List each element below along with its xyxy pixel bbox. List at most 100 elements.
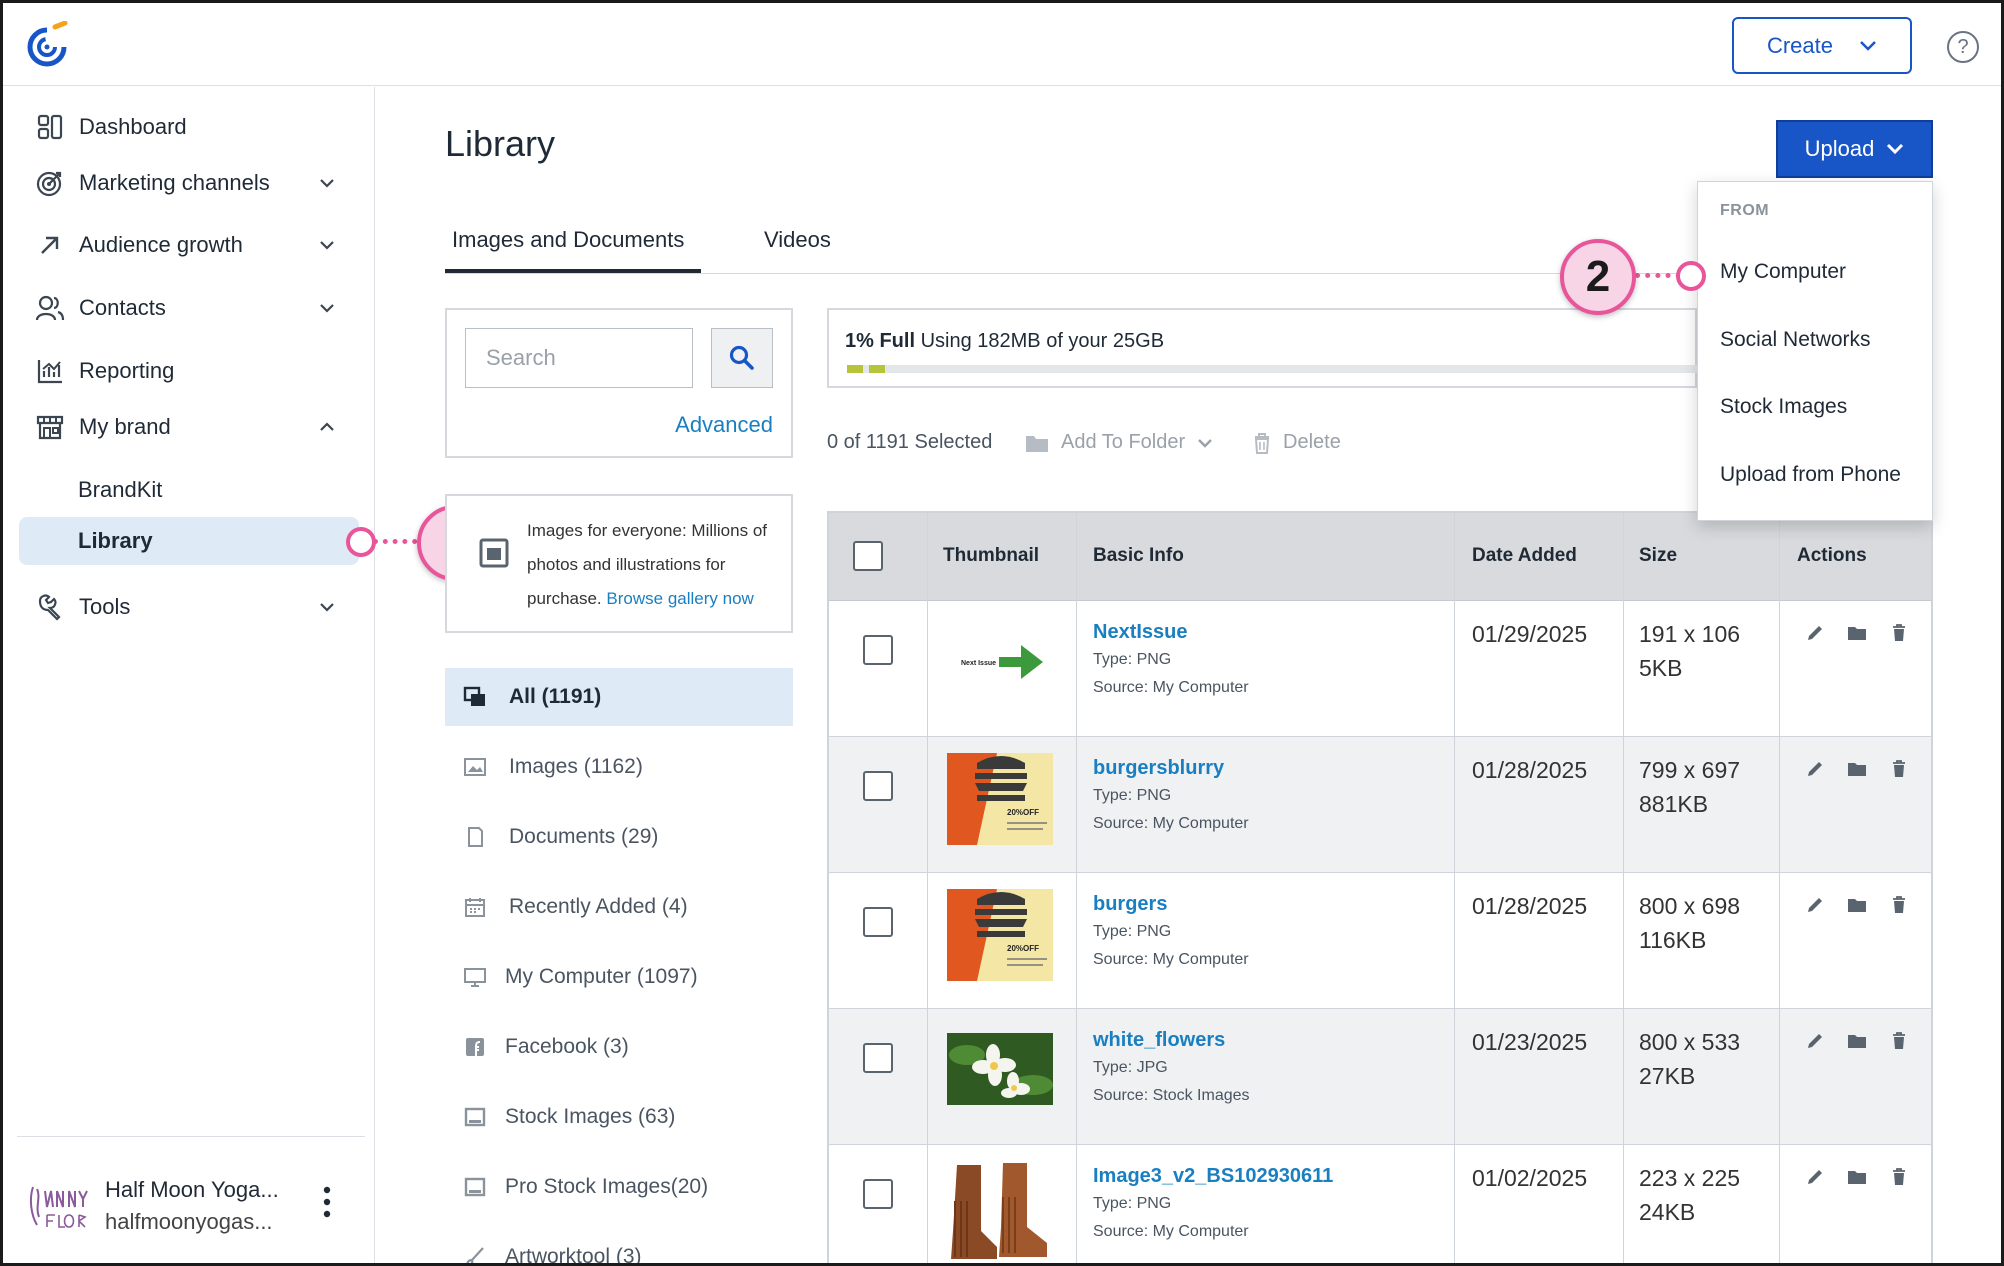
- column-header-date-added[interactable]: Date Added: [1472, 545, 1577, 567]
- more-options-icon[interactable]: [321, 1184, 333, 1220]
- file-size: 5KB: [1639, 655, 1683, 681]
- table-row[interactable]: 20%OFF burgersblurry Type: PNG Source: M…: [829, 737, 1931, 873]
- calendar-icon: [465, 898, 485, 917]
- table-row[interactable]: Image3_v2_BS102930611 Type: PNG Source: …: [829, 1145, 1931, 1266]
- trash-icon[interactable]: [1889, 895, 1909, 915]
- file-name-link[interactable]: white_flowers: [1093, 1029, 1225, 1052]
- row-checkbox[interactable]: [863, 635, 893, 665]
- help-icon[interactable]: ?: [1947, 31, 1979, 63]
- category-all[interactable]: All (1191): [445, 668, 793, 726]
- sidebar-subitem-brandkit[interactable]: BrandKit: [78, 477, 162, 503]
- trash-icon[interactable]: [1889, 759, 1909, 779]
- pro-stock-images-icon: [464, 1177, 486, 1197]
- folder-icon[interactable]: [1847, 1167, 1867, 1187]
- column-header-size[interactable]: Size: [1639, 545, 1677, 567]
- chevron-down-icon: [1198, 438, 1213, 448]
- all-files-icon: [463, 686, 485, 706]
- thumbnail-image3-boots[interactable]: [947, 1161, 1053, 1266]
- delete-button[interactable]: Delete: [1253, 431, 1341, 454]
- sidebar-item-reporting[interactable]: Reporting: [33, 351, 353, 391]
- search-button[interactable]: [711, 328, 773, 388]
- upload-menu-item-my-computer[interactable]: My Computer: [1720, 260, 1846, 284]
- upload-menu-header: FROM: [1720, 202, 1770, 219]
- row-checkbox[interactable]: [863, 1043, 893, 1073]
- sidebar-subitem-library-highlight[interactable]: [19, 517, 359, 565]
- table-row[interactable]: 20%OFF burgers Type: PNG Source: My Comp…: [829, 873, 1931, 1009]
- category-recently-added[interactable]: Recently Added (4): [445, 878, 793, 936]
- advanced-search-link[interactable]: Advanced: [675, 412, 773, 438]
- image-dimensions: 800 x 698: [1639, 893, 1741, 919]
- folder-icon[interactable]: [1847, 895, 1867, 915]
- folder-icon[interactable]: [1847, 759, 1867, 779]
- trash-icon[interactable]: [1889, 623, 1909, 643]
- file-name-link[interactable]: burgersblurry: [1093, 757, 1224, 780]
- sidebar-item-my-brand[interactable]: My brand: [33, 407, 353, 447]
- thumbnail-white-flowers[interactable]: [947, 1025, 1053, 1117]
- browse-gallery-link[interactable]: Browse gallery now: [606, 589, 753, 608]
- category-artworktool[interactable]: Artworktool (3): [445, 1228, 793, 1263]
- file-source: Source: My Computer: [1093, 815, 1249, 832]
- file-name-link[interactable]: Image3_v2_BS102930611: [1093, 1165, 1333, 1188]
- sidebar-item-dashboard[interactable]: Dashboard: [33, 107, 353, 147]
- edit-icon[interactable]: [1805, 759, 1825, 779]
- sidebar-item-label: Audience growth: [79, 232, 243, 257]
- sidebar-item-tools[interactable]: Tools: [33, 587, 353, 627]
- select-all-checkbox[interactable]: [853, 541, 883, 571]
- add-to-folder-button[interactable]: Add To Folder: [1025, 431, 1213, 454]
- category-my-computer[interactable]: My Computer (1097): [445, 948, 793, 1006]
- tab-images-and-documents[interactable]: Images and Documents: [452, 227, 684, 253]
- file-name-link[interactable]: NextIssue: [1093, 621, 1188, 644]
- sidebar-item-audience-growth[interactable]: Audience growth: [33, 225, 353, 265]
- category-facebook[interactable]: Facebook (3): [445, 1018, 793, 1076]
- folder-icon[interactable]: [1847, 623, 1867, 643]
- upload-menu-item-social-networks[interactable]: Social Networks: [1720, 328, 1871, 352]
- sidebar-item-contacts[interactable]: Contacts: [33, 288, 353, 328]
- edit-icon[interactable]: [1805, 1031, 1825, 1051]
- search-icon: [729, 345, 754, 370]
- edit-icon[interactable]: [1805, 1167, 1825, 1187]
- column-header-basic-info: Basic Info: [1093, 545, 1184, 566]
- date-added: 01/28/2025: [1472, 757, 1588, 783]
- row-checkbox[interactable]: [863, 771, 893, 801]
- upload-button[interactable]: Upload: [1776, 120, 1933, 178]
- account-logo-icon: [29, 1186, 88, 1228]
- thumbnail-burgers[interactable]: 20%OFF: [947, 889, 1053, 981]
- file-size: 116KB: [1639, 927, 1707, 953]
- trash-icon[interactable]: [1889, 1167, 1909, 1187]
- edit-icon[interactable]: [1805, 623, 1825, 643]
- upload-menu-item-upload-from-phone[interactable]: Upload from Phone: [1720, 463, 1901, 487]
- sidebar-subitem-library[interactable]: Library: [78, 528, 153, 554]
- upload-menu-item-stock-images[interactable]: Stock Images: [1720, 395, 1847, 419]
- thumbnail-nextissue[interactable]: Next Issue: [947, 617, 1053, 709]
- document-icon: [468, 827, 483, 847]
- storage-usage-text: 1% Full Using 182MB of your 25GB: [845, 330, 1165, 352]
- brush-icon: [466, 1247, 484, 1263]
- arrow-up-right-icon: [33, 228, 67, 262]
- tab-videos[interactable]: Videos: [764, 227, 831, 253]
- category-documents[interactable]: Documents (29): [445, 808, 793, 866]
- category-images[interactable]: Images (1162): [445, 738, 793, 796]
- image-dimensions: 799 x 697: [1639, 757, 1741, 783]
- search-input[interactable]: [465, 328, 693, 388]
- account-name[interactable]: Half Moon Yoga...: [105, 1177, 279, 1203]
- folder-icon: [1026, 435, 1048, 452]
- create-button[interactable]: Create: [1732, 17, 1912, 74]
- library-table: Thumbnail Basic Info Date Added Size Act…: [827, 511, 1933, 1266]
- edit-icon[interactable]: [1805, 895, 1825, 915]
- row-checkbox[interactable]: [863, 1179, 893, 1209]
- category-stock-images[interactable]: Stock Images (63): [445, 1088, 793, 1146]
- sidebar-item-label: Dashboard: [79, 114, 187, 139]
- file-size: 27KB: [1639, 1063, 1696, 1089]
- trash-icon[interactable]: [1889, 1031, 1909, 1051]
- category-pro-stock-images[interactable]: Pro Stock Images(20): [445, 1158, 793, 1216]
- sidebar-item-marketing-channels[interactable]: Marketing channels: [33, 163, 353, 203]
- table-row[interactable]: Next Issue NextIssue Type: PNG Source: M…: [829, 601, 1931, 737]
- promo-text: Images for everyone: Millions of photos …: [527, 521, 767, 608]
- file-name-link[interactable]: burgers: [1093, 893, 1167, 916]
- thumbnail-burgersblurry[interactable]: 20%OFF: [947, 753, 1053, 845]
- row-checkbox[interactable]: [863, 907, 893, 937]
- constant-contact-logo-icon[interactable]: [25, 21, 73, 69]
- thumbnail-caption: 20%OFF: [1007, 808, 1039, 817]
- table-row[interactable]: white_flowers Type: JPG Source: Stock Im…: [829, 1009, 1931, 1145]
- folder-icon[interactable]: [1847, 1031, 1867, 1051]
